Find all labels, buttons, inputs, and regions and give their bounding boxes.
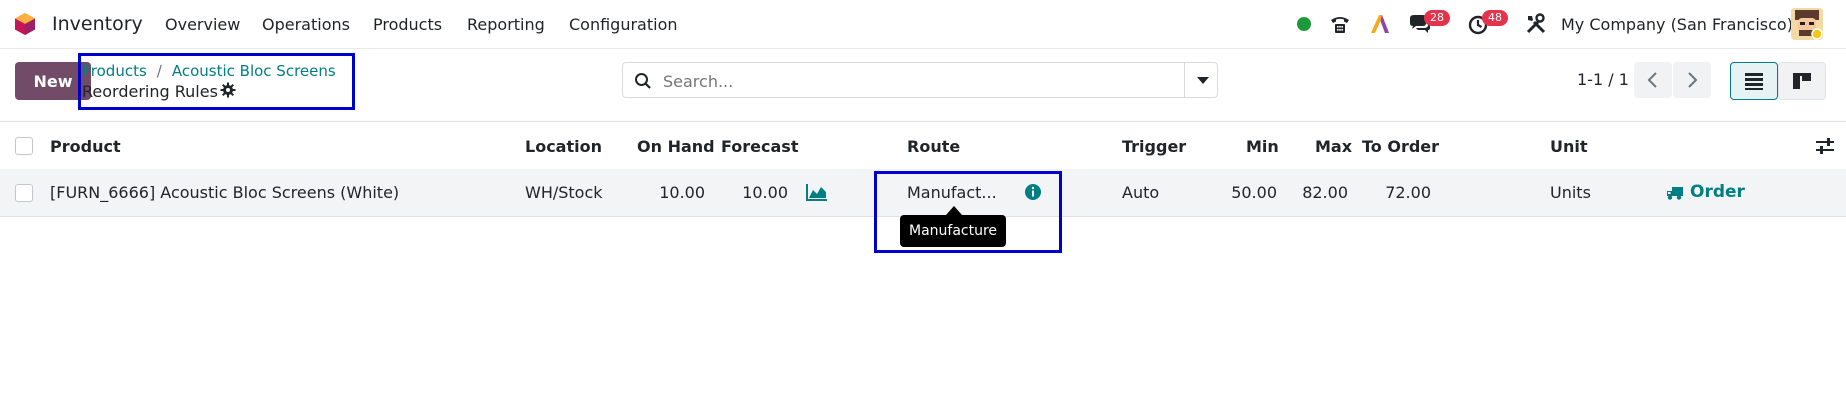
search-bar (622, 62, 1218, 99)
cell-unit[interactable]: Units (1550, 183, 1591, 202)
pager-previous-button[interactable] (1634, 62, 1672, 98)
list-view-icon (1745, 73, 1763, 90)
search-divider (1184, 63, 1185, 97)
menu-products[interactable]: Products (373, 15, 442, 34)
user-avatar[interactable] (1791, 8, 1823, 40)
search-input[interactable] (661, 63, 1165, 99)
breadcrumb-separator: / (156, 62, 162, 80)
cell-product[interactable]: [FURN_6666] Acoustic Bloc Screens (White… (50, 183, 399, 202)
search-options-toggle-icon[interactable] (1197, 77, 1209, 84)
column-trigger[interactable]: Trigger (1122, 137, 1186, 156)
cell-location[interactable]: WH/Stock (525, 183, 603, 202)
app-logo-icon[interactable] (14, 12, 36, 36)
forecast-graph-icon[interactable] (806, 183, 828, 201)
column-route[interactable]: Route (907, 137, 960, 156)
cell-forecast: 10.00 (742, 183, 788, 202)
menu-configuration[interactable]: Configuration (569, 15, 678, 34)
phone-icon[interactable] (1328, 12, 1352, 36)
select-all-checkbox[interactable] (15, 137, 33, 155)
order-button[interactable]: Order (1690, 182, 1745, 202)
column-min[interactable]: Min (1246, 137, 1279, 156)
cell-trigger[interactable]: Auto (1122, 183, 1159, 202)
column-to-order[interactable]: To Order (1362, 137, 1439, 156)
column-unit[interactable]: Unit (1550, 137, 1588, 156)
chevron-right-icon (1688, 72, 1698, 88)
chat-count-badge: 28 (1424, 10, 1450, 26)
column-on-hand[interactable]: On Hand (637, 137, 715, 156)
activity-count-badge: 48 (1482, 10, 1508, 26)
route-tooltip: Manufacture (900, 215, 1007, 247)
debug-tools-icon[interactable] (1524, 12, 1548, 36)
kanban-view-icon (1793, 73, 1811, 89)
cell-on-hand: 10.00 (659, 183, 705, 202)
cell-min[interactable]: 50.00 (1200, 183, 1277, 202)
menu-overview[interactable]: Overview (165, 15, 240, 34)
app-name[interactable]: Inventory (52, 13, 143, 35)
menu-reporting[interactable]: Reporting (467, 15, 545, 34)
search-icon (635, 73, 651, 89)
cell-to-order[interactable]: 72.00 (1340, 183, 1431, 202)
top-navbar: Inventory Overview Operations Products R… (0, 0, 1846, 49)
truck-icon[interactable] (1666, 185, 1684, 201)
pager-next-button[interactable] (1673, 62, 1711, 98)
kanban-view-button[interactable] (1778, 62, 1826, 100)
column-location[interactable]: Location (525, 137, 602, 156)
table-header: Product Location On Hand Forecast Route … (0, 121, 1846, 171)
column-max[interactable]: Max (1315, 137, 1352, 156)
user-avatar-icon (1791, 8, 1823, 40)
chevron-left-icon (1647, 72, 1657, 88)
list-view-button[interactable] (1730, 62, 1778, 100)
tooltip-arrow (946, 206, 962, 215)
gear-icon[interactable] (220, 82, 236, 98)
breadcrumb-acoustic-bloc-screens[interactable]: Acoustic Bloc Screens (172, 62, 336, 80)
page-title: Reordering Rules (82, 82, 218, 101)
pager-value[interactable]: 1-1 / 1 (1577, 70, 1629, 89)
column-product[interactable]: Product (50, 137, 121, 156)
company-switcher[interactable]: My Company (San Francisco) (1561, 15, 1793, 34)
menu-operations[interactable]: Operations (262, 15, 350, 34)
cell-max[interactable]: 82.00 (1270, 183, 1348, 202)
column-forecast[interactable]: Forecast (721, 137, 798, 156)
column-settings-icon[interactable] (1815, 137, 1835, 155)
breadcrumb: Products / Acoustic Bloc Screens (82, 62, 336, 80)
row-checkbox[interactable] (15, 184, 33, 202)
presence-status-indicator[interactable] (1297, 17, 1311, 31)
breadcrumb-products[interactable]: Products (82, 62, 147, 80)
ai-assistant-icon[interactable] (1368, 12, 1392, 36)
